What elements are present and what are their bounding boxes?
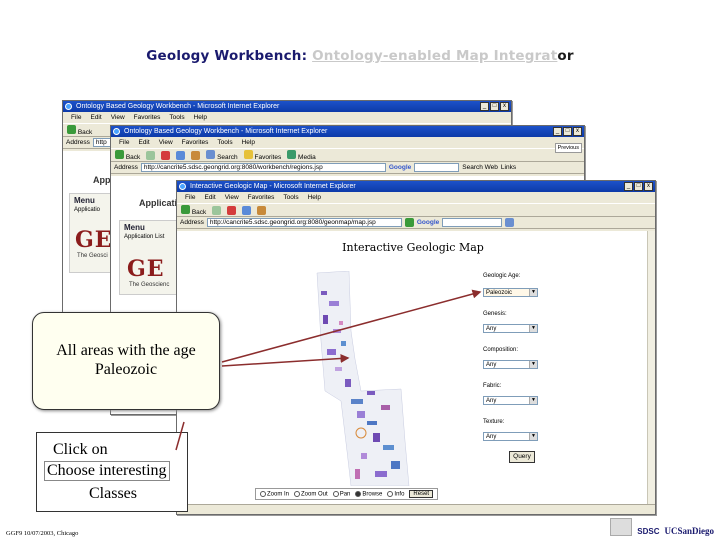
nsf-logo-icon: [610, 518, 633, 536]
callout-arrows: [175, 289, 482, 451]
arrow-to-query: [175, 421, 185, 451]
ucsd-logo: UCSanDiego: [664, 526, 714, 536]
arrow-to-age-select: [221, 289, 482, 363]
sdsc-logo: SDSC: [637, 527, 660, 536]
slide-footer: GGF9 10/07/2003, Chicago: [6, 530, 79, 537]
arrow-to-map-region: [221, 353, 350, 367]
footer-logos: SDSC UCSanDiego: [610, 518, 714, 536]
